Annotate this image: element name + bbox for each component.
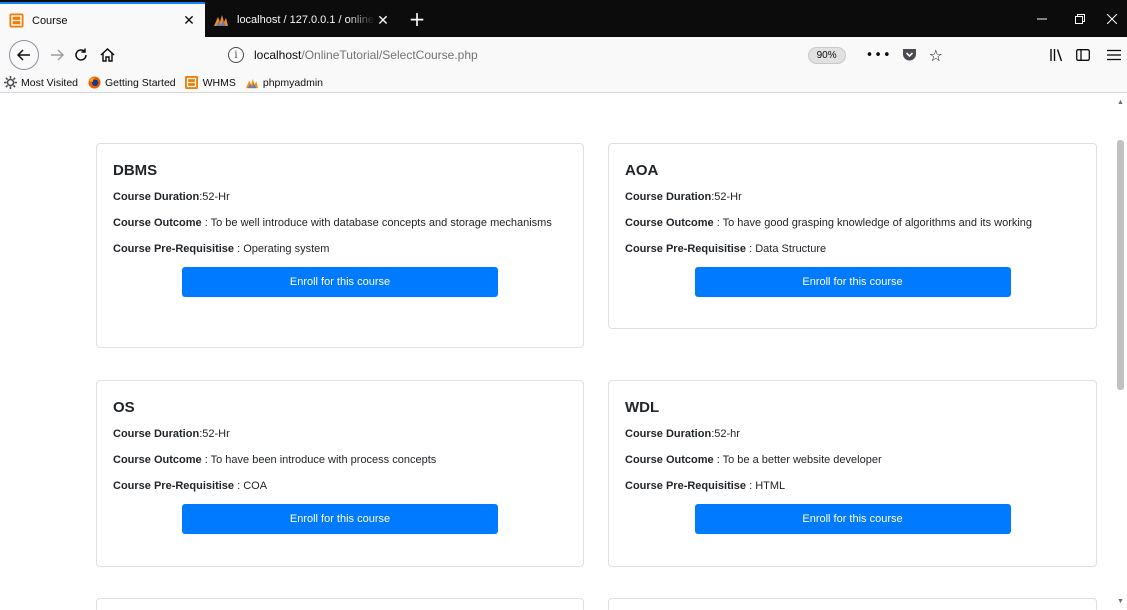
pocket-icon[interactable] bbox=[902, 48, 917, 62]
whms-icon bbox=[185, 76, 199, 90]
course-card-wdl: WDL Course Duration:52-hr Course Outcome… bbox=[608, 380, 1097, 567]
enroll-button-dbms[interactable]: Enroll for this course bbox=[182, 267, 498, 297]
duration-value: 52-Hr bbox=[714, 191, 742, 203]
back-arrow-icon[interactable] bbox=[9, 40, 39, 70]
enroll-button-os[interactable]: Enroll for this course bbox=[182, 504, 498, 534]
course-title: AOA bbox=[625, 162, 659, 179]
phpmyadmin-favicon-icon bbox=[213, 12, 229, 28]
course-favicon-icon bbox=[8, 13, 24, 29]
course-outcome: Course Outcome : To have been introduce … bbox=[113, 454, 437, 466]
bookmark-whms[interactable]: WHMS bbox=[185, 76, 236, 90]
outcome-value: To have been introduce with process conc… bbox=[210, 454, 437, 466]
bookmarks-toolbar: Most Visited Getting Started WHMS phpmya… bbox=[0, 73, 1127, 93]
outcome-value: To be a better website developer bbox=[722, 454, 882, 466]
page-content: DBMS Course Duration:52-Hr Course Outcom… bbox=[0, 94, 1114, 610]
duration-label: Course Duration bbox=[113, 428, 200, 440]
prereq-value: Data Structure bbox=[755, 243, 827, 255]
bookmark-phpmyadmin[interactable]: phpmyadmin bbox=[245, 76, 323, 90]
bookmark-getting-started[interactable]: Getting Started bbox=[87, 76, 176, 90]
course-prereq: Course Pre-Requisitise : COA bbox=[113, 480, 268, 492]
outcome-label: Course Outcome bbox=[113, 217, 202, 229]
tab-course[interactable]: Course ✕ bbox=[0, 2, 205, 37]
duration-label: Course Duration bbox=[625, 428, 712, 440]
url-path: /OnlineTutorial/SelectCourse.php bbox=[301, 48, 478, 62]
scroll-up-arrow-icon[interactable]: ▲ bbox=[1116, 98, 1125, 107]
firefox-icon bbox=[87, 76, 101, 90]
prereq-label: Course Pre-Requisitise bbox=[113, 480, 235, 492]
prereq-label: Course Pre-Requisitise bbox=[625, 480, 747, 492]
library-icon[interactable] bbox=[1042, 41, 1070, 69]
course-duration: Course Duration:52-hr bbox=[625, 428, 740, 440]
duration-label: Course Duration bbox=[625, 191, 712, 203]
course-prereq: Course Pre-Requisitise : HTML bbox=[625, 480, 786, 492]
outcome-value: To be well introduce with database conce… bbox=[210, 217, 552, 229]
vertical-scrollbar[interactable]: ▲ ▼ bbox=[1114, 94, 1127, 610]
duration-value: 52-Hr bbox=[202, 191, 230, 203]
new-tab-button[interactable]: + bbox=[403, 5, 431, 33]
course-outcome: Course Outcome : To be a better website … bbox=[625, 454, 882, 466]
hamburger-menu-icon[interactable] bbox=[1100, 41, 1127, 69]
bookmark-most-visited[interactable]: Most Visited bbox=[3, 76, 78, 90]
tab-phpmyadmin[interactable]: localhost / 127.0.0.1 / onlinetutorial ✕ bbox=[205, 3, 399, 37]
page-actions-icon[interactable]: ••• bbox=[866, 48, 892, 63]
phpmyadmin-icon bbox=[245, 76, 259, 90]
bookmark-star-icon[interactable]: ☆ bbox=[929, 46, 943, 65]
course-duration: Course Duration:52-Hr bbox=[625, 191, 742, 203]
course-title: DBMS bbox=[113, 162, 158, 179]
enroll-button-aoa[interactable]: Enroll for this course bbox=[694, 267, 1011, 297]
course-card-partial bbox=[96, 598, 584, 610]
course-card-aoa: AOA Course Duration:52-Hr Course Outcome… bbox=[608, 143, 1097, 329]
outcome-label: Course Outcome bbox=[625, 454, 714, 466]
bookmark-label: phpmyadmin bbox=[262, 76, 323, 89]
duration-value: 52-hr bbox=[714, 428, 740, 440]
window-close-icon[interactable] bbox=[1092, 5, 1127, 33]
duration-label: Course Duration bbox=[113, 191, 200, 203]
tab-strip: Course ✕ localhost / 127.0.0.1 / onlinet… bbox=[0, 0, 1127, 37]
info-icon[interactable]: i bbox=[228, 47, 244, 63]
outcome-label: Course Outcome bbox=[625, 217, 714, 229]
scroll-down-arrow-icon[interactable]: ▼ bbox=[1116, 597, 1125, 606]
enroll-button-wdl[interactable]: Enroll for this course bbox=[694, 504, 1011, 534]
outcome-label: Course Outcome bbox=[113, 454, 202, 466]
minimize-icon[interactable] bbox=[1022, 5, 1062, 33]
duration-value: 52-Hr bbox=[202, 428, 230, 440]
address-bar[interactable]: i localhost/OnlineTutorial/SelectCourse.… bbox=[218, 43, 943, 67]
reload-icon[interactable] bbox=[67, 41, 95, 69]
outcome-value: To have good grasping knowledge of algor… bbox=[722, 217, 1033, 229]
zoom-level-badge[interactable]: 90% bbox=[807, 46, 846, 64]
course-title: WDL bbox=[625, 399, 660, 416]
course-card-os: OS Course Duration:52-Hr Course Outcome … bbox=[96, 380, 584, 567]
course-prereq: Course Pre-Requisitise : Operating syste… bbox=[113, 243, 330, 255]
bookmark-label: WHMS bbox=[202, 76, 236, 89]
tab-close-icon[interactable]: ✕ bbox=[181, 12, 197, 29]
tab-title: localhost / 127.0.0.1 / onlinetutorial bbox=[237, 14, 375, 26]
url-text[interactable]: localhost/OnlineTutorial/SelectCourse.ph… bbox=[254, 48, 808, 62]
course-card-dbms: DBMS Course Duration:52-Hr Course Outcom… bbox=[96, 143, 584, 348]
course-duration: Course Duration:52-Hr bbox=[113, 428, 230, 440]
prereq-label: Course Pre-Requisitise bbox=[625, 243, 747, 255]
home-icon[interactable] bbox=[93, 41, 121, 69]
prereq-value: Operating system bbox=[243, 243, 330, 255]
prereq-value: COA bbox=[243, 480, 268, 492]
prereq-value: HTML bbox=[755, 480, 786, 492]
course-duration: Course Duration:52-Hr bbox=[113, 191, 230, 203]
course-prereq: Course Pre-Requisitise : Data Structure bbox=[625, 243, 827, 255]
course-title: OS bbox=[113, 399, 135, 416]
course-card-partial bbox=[608, 598, 1097, 610]
course-outcome: Course Outcome : To have good grasping k… bbox=[625, 217, 1033, 229]
scrollbar-thumb[interactable] bbox=[1117, 140, 1124, 390]
tab-close-icon[interactable]: ✕ bbox=[375, 12, 391, 28]
prereq-label: Course Pre-Requisitise bbox=[113, 243, 235, 255]
bookmark-label: Most Visited bbox=[21, 76, 78, 89]
tab-title: Course bbox=[32, 14, 68, 27]
url-host: localhost bbox=[254, 48, 302, 62]
course-outcome: Course Outcome : To be well introduce wi… bbox=[113, 217, 552, 229]
navigation-toolbar: i localhost/OnlineTutorial/SelectCourse.… bbox=[0, 37, 1127, 73]
sidebar-icon[interactable] bbox=[1069, 41, 1097, 69]
gear-icon bbox=[3, 76, 17, 90]
bookmark-label: Getting Started bbox=[105, 76, 176, 89]
